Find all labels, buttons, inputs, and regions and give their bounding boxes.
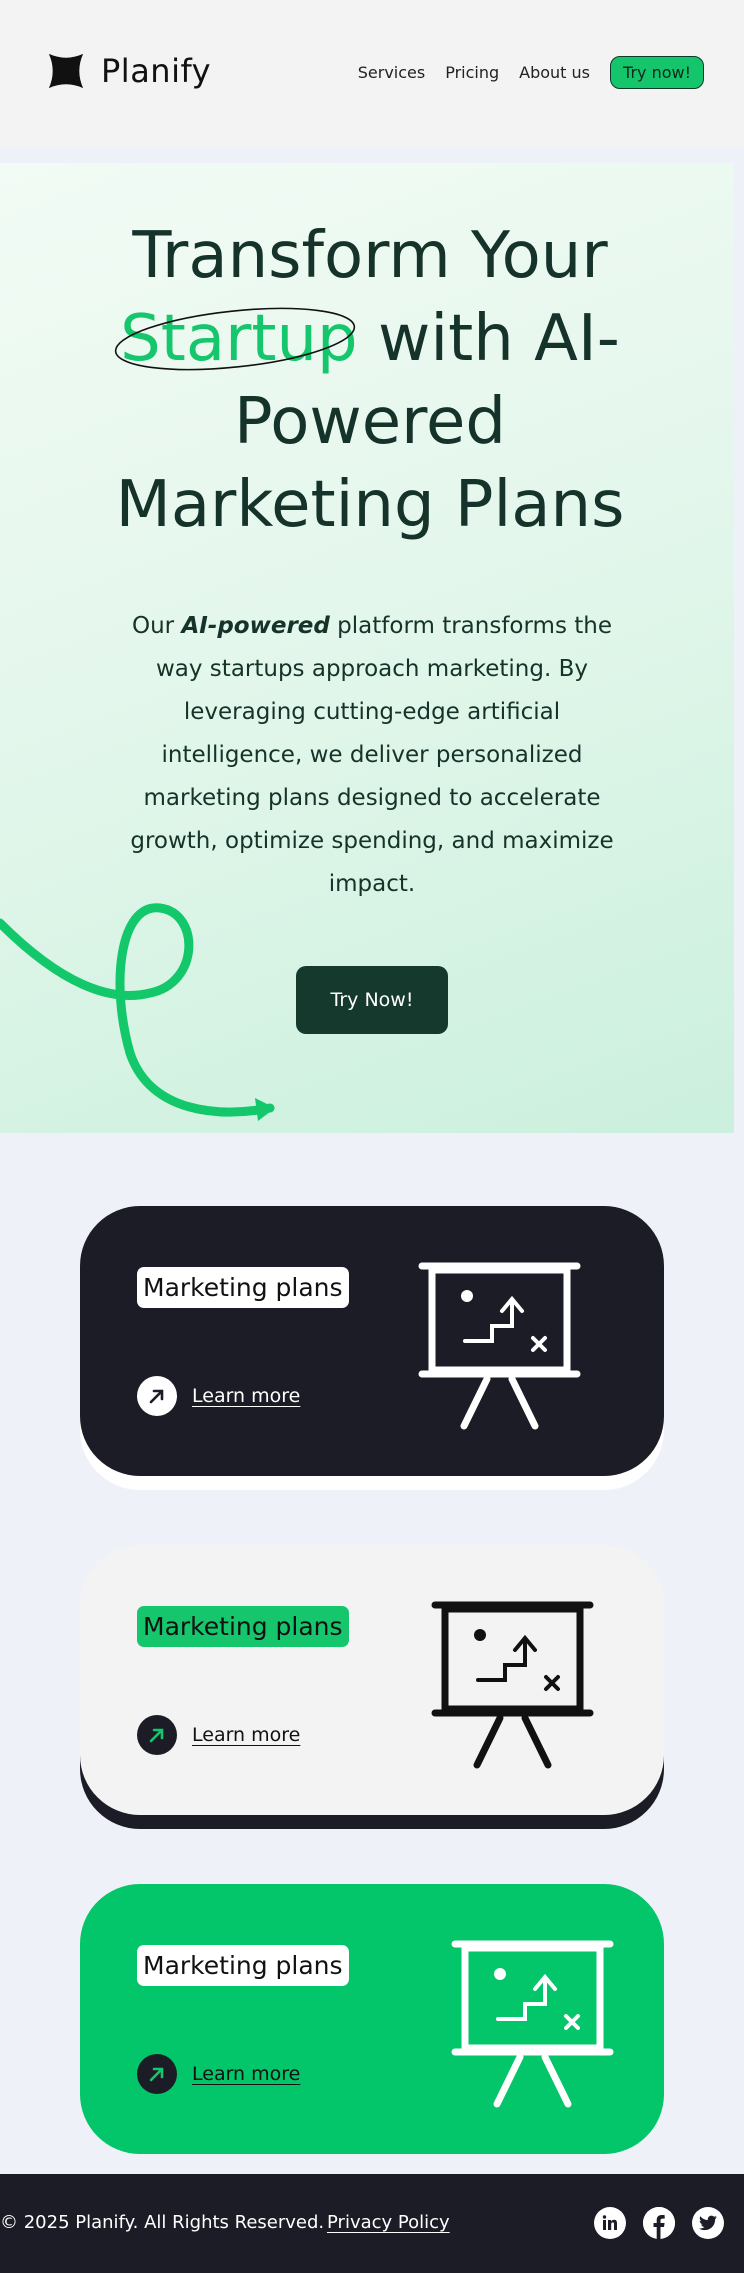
nav-item-about[interactable]: About us — [519, 63, 590, 82]
arrow-up-right-icon — [137, 2054, 177, 2094]
site-header: Planify Services Pricing About us Try no… — [0, 0, 744, 147]
highlight-word: Startup — [120, 302, 358, 376]
social-links — [577, 2207, 724, 2239]
header-try-now-button[interactable]: Try now! — [610, 56, 704, 89]
learn-more-label: Learn more — [192, 2063, 301, 2085]
twitter-icon[interactable] — [692, 2207, 724, 2239]
hero-description: Our AI-powered platform transforms the w… — [130, 605, 614, 906]
nav-item-services[interactable]: Services — [358, 63, 425, 82]
linkedin-icon[interactable] — [594, 2207, 626, 2239]
desc-suffix: platform transforms the way startups app… — [130, 613, 614, 897]
arrow-up-right-icon — [137, 1715, 177, 1755]
hero-title-line3: Powered — [233, 385, 507, 459]
four-point-star-icon — [48, 53, 84, 89]
site-footer: © 2025 Planify. All Rights Reserved. Pri… — [0, 2174, 744, 2273]
card-title: Marketing plans — [137, 1267, 349, 1308]
desc-emphasis: AI-powered — [181, 613, 330, 639]
card-body: Marketing plans Learn more — [80, 1206, 664, 1476]
presentation-board-icon — [451, 1940, 614, 2108]
desc-prefix: Our — [131, 613, 182, 639]
presentation-board-icon — [418, 1262, 581, 1430]
feature-card-dark: Marketing plans Learn more — [80, 1206, 664, 1490]
card-title: Marketing plans — [137, 1945, 349, 1986]
feature-card-green: Marketing plans Learn more — [80, 1884, 664, 2154]
feature-card-light: Marketing plans Learn more — [80, 1545, 664, 1829]
presentation-board-icon — [431, 1601, 594, 1769]
hero-title: Transform Your Startup with AI- Powered … — [60, 215, 680, 547]
hero-section: Transform Your Startup with AI- Powered … — [0, 163, 734, 1133]
card-body: Marketing plans Learn more — [80, 1545, 664, 1815]
facebook-icon[interactable] — [643, 2207, 675, 2239]
card-title: Marketing plans — [137, 1606, 349, 1647]
hero-title-line1: Transform Your — [132, 219, 608, 293]
brand-name: Planify — [101, 52, 212, 90]
learn-more-link[interactable]: Learn more — [137, 2054, 300, 2094]
decorative-swirl — [0, 903, 275, 1121]
privacy-policy-link[interactable]: Privacy Policy — [327, 2212, 450, 2233]
learn-more-label: Learn more — [192, 1724, 301, 1746]
hero-title-rest: with AI- — [357, 302, 620, 376]
copyright-text: © 2025 Planify. All Rights Reserved. — [0, 2212, 325, 2233]
card-body: Marketing plans Learn more — [80, 1884, 664, 2154]
hero-title-line4: Marketing Plans — [115, 468, 625, 542]
nav-item-pricing[interactable]: Pricing — [445, 63, 499, 82]
brand-logo[interactable]: Planify — [47, 52, 211, 90]
learn-more-link[interactable]: Learn more — [137, 1715, 300, 1755]
learn-more-link[interactable]: Learn more — [137, 1376, 300, 1416]
learn-more-label: Learn more — [192, 1385, 301, 1407]
hero-try-now-button[interactable]: Try Now! — [296, 966, 448, 1034]
arrow-up-right-icon — [137, 1376, 177, 1416]
hero-title-highlight: Startup — [114, 302, 358, 376]
main-nav: Services Pricing About us Try now! — [358, 56, 704, 89]
